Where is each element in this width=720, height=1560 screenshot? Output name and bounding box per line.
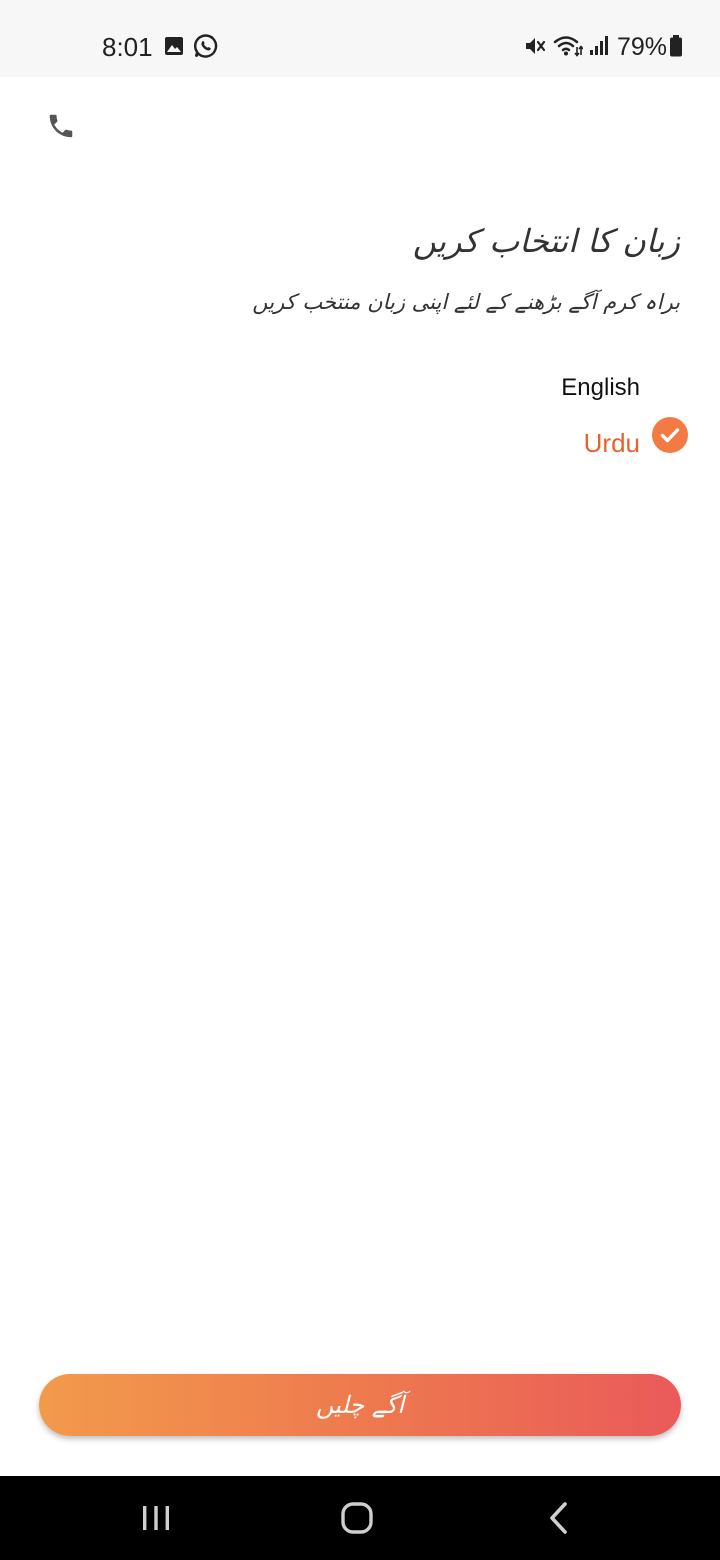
- signal-icon: [590, 36, 608, 55]
- recent-apps-icon[interactable]: [126, 1496, 186, 1540]
- battery-icon: [670, 35, 682, 57]
- back-icon[interactable]: [529, 1496, 589, 1540]
- language-option-urdu[interactable]: Urdu: [584, 428, 640, 459]
- page-subtitle: براہ کرم آگے بڑھنے کے لئے اپنی زبان منتخ…: [252, 290, 680, 314]
- battery-percent: 79%: [617, 33, 668, 61]
- page-title: زبان کا انتخاب کریں: [412, 222, 680, 260]
- phone-icon[interactable]: [46, 110, 76, 142]
- home-icon[interactable]: [327, 1496, 387, 1540]
- continue-button-label: آگے چلیں: [315, 1391, 405, 1419]
- gallery-icon: [165, 37, 183, 55]
- wifi-icon: [553, 36, 583, 57]
- whatsapp-icon: [194, 34, 218, 58]
- status-time: 8:01: [102, 32, 153, 62]
- language-option-english[interactable]: English: [561, 374, 640, 402]
- status-bar: 8:01 79%: [0, 0, 720, 77]
- mute-icon: [526, 38, 546, 54]
- system-nav-bar: [0, 1476, 720, 1560]
- continue-button[interactable]: آگے چلیں: [39, 1374, 681, 1436]
- language-selection-screen: 8:01 79% زبان کا انتخاب کریں براہ کرم آگ…: [0, 0, 720, 1560]
- selected-check-icon: [652, 417, 688, 453]
